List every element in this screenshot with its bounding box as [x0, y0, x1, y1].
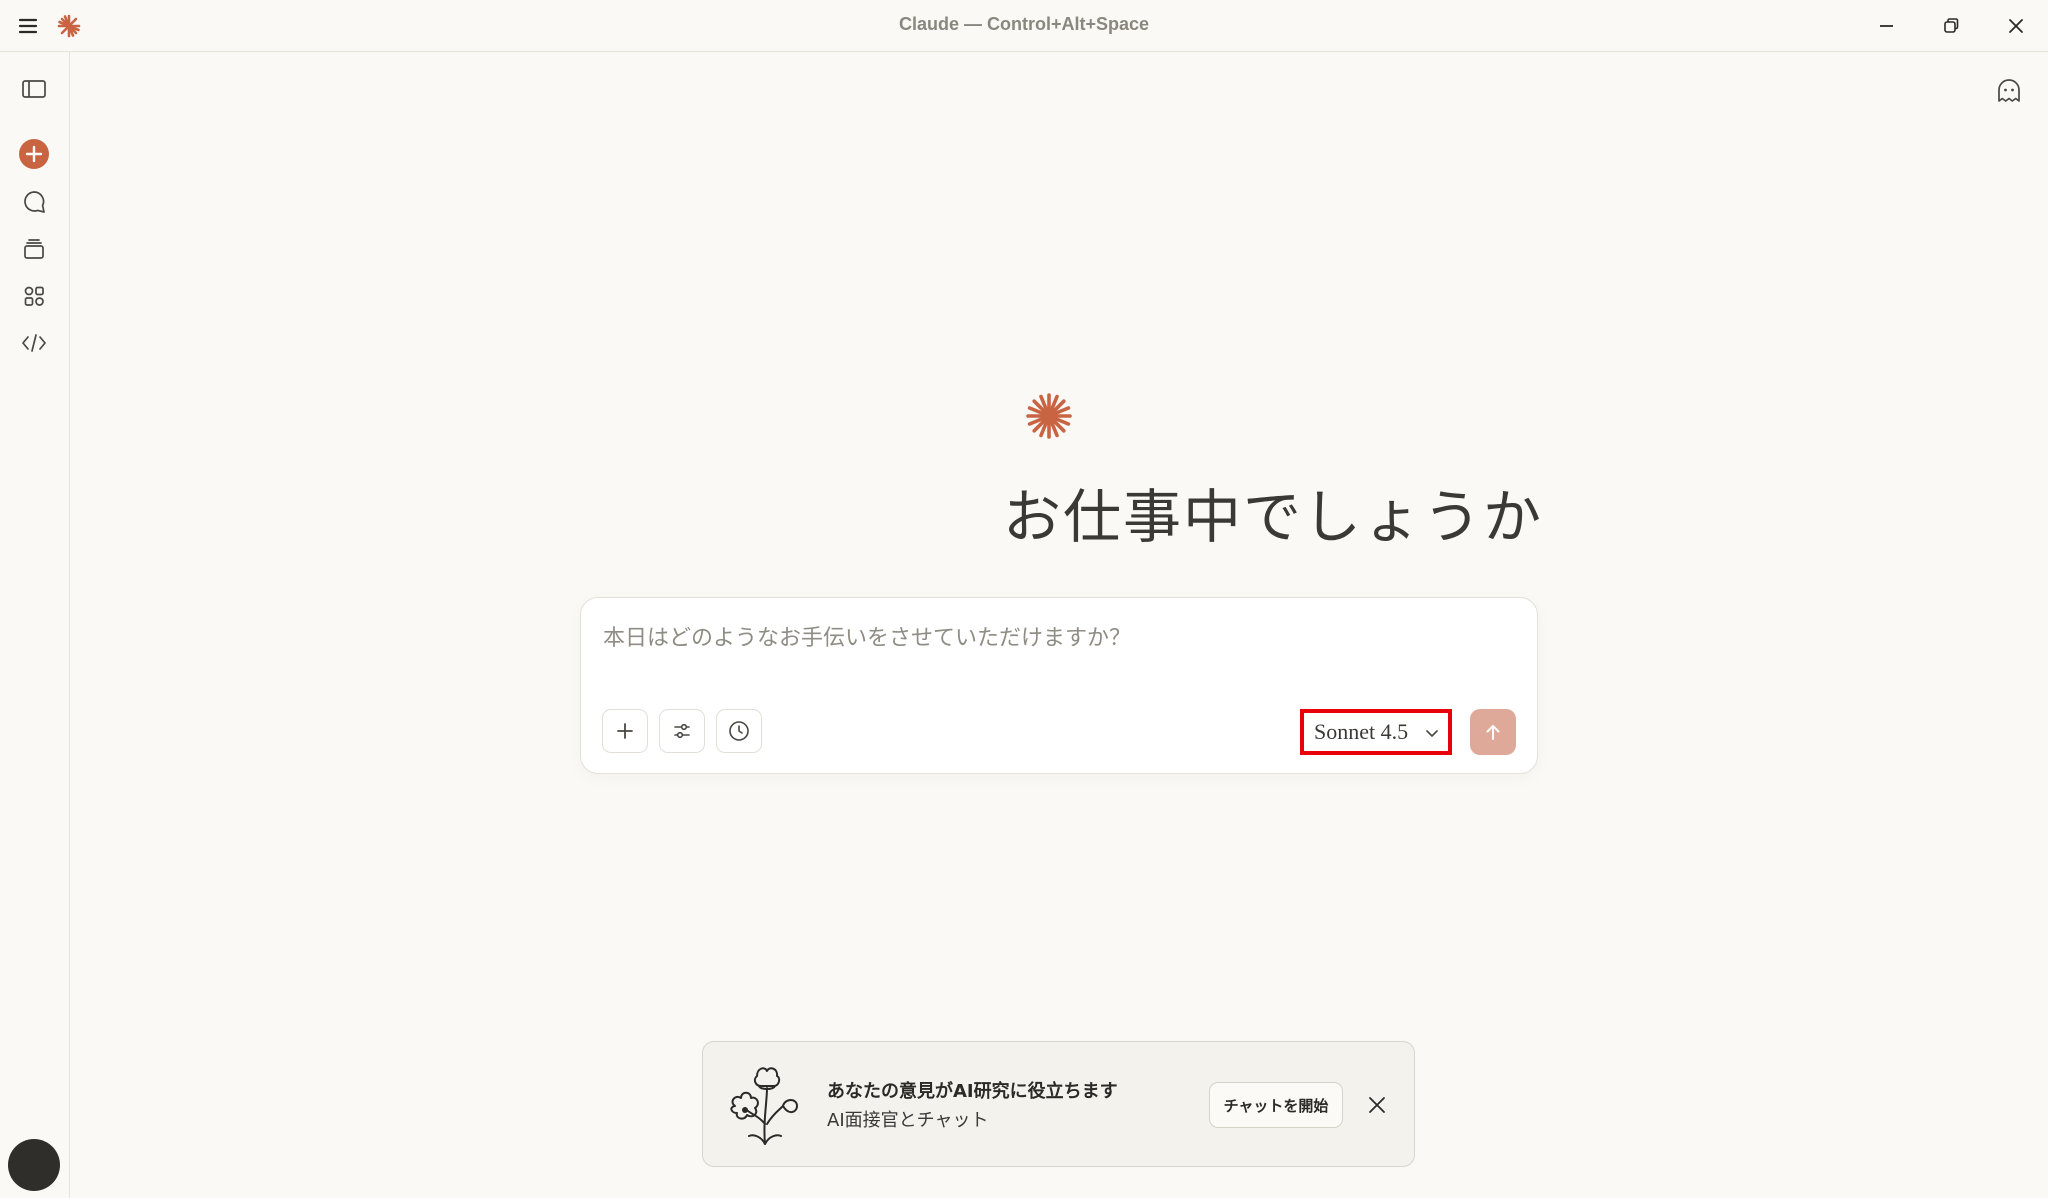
tools-button[interactable] [659, 709, 705, 753]
banner-title: あなたの意見がAI研究に役立ちます [827, 1081, 1118, 1102]
ghost-icon[interactable] [1992, 74, 2026, 108]
claude-spark-icon [1025, 392, 1073, 440]
plus-circle-icon[interactable] [17, 137, 51, 171]
minimize-icon[interactable] [1872, 12, 1900, 40]
model-label: Sonnet 4.5 [1314, 719, 1409, 744]
close-icon[interactable] [1363, 1091, 1391, 1119]
arrow-up-icon [1486, 725, 1500, 740]
flower-illustration-icon [727, 1062, 803, 1148]
feedback-banner: あなたの意見がAI研究に役立ちます AI面接官とチャット チャットを開始 [702, 1041, 1415, 1167]
message-input[interactable] [603, 620, 1503, 656]
shapes-icon[interactable] [17, 279, 51, 313]
history-button[interactable] [716, 709, 762, 753]
title-bar: Claude — Control+Alt+Space [0, 0, 2048, 52]
avatar[interactable] [8, 1139, 60, 1191]
stack-icon[interactable] [17, 232, 51, 266]
greeting-heading: お仕事中でしょうか [1003, 483, 1544, 551]
code-brackets-icon[interactable] [17, 326, 51, 360]
sidebar-panel-icon[interactable] [17, 72, 51, 106]
start-chat-button[interactable]: チャットを開始 [1209, 1082, 1343, 1128]
send-button[interactable] [1470, 709, 1516, 755]
model-selector[interactable]: Sonnet 4.5 [1300, 709, 1452, 755]
add-attachment-button[interactable] [602, 709, 648, 753]
restore-icon[interactable] [1937, 12, 1965, 40]
sidebar [0, 52, 70, 1198]
clock-icon [729, 721, 749, 741]
chat-bubble-icon[interactable] [17, 185, 51, 219]
close-icon[interactable] [2002, 12, 2030, 40]
chevron-down-icon [1426, 730, 1438, 737]
plus-icon [617, 723, 633, 739]
sliders-icon [674, 723, 690, 739]
composer: Sonnet 4.5 [580, 597, 1538, 774]
window-title: Claude — Control+Alt+Space [898, 14, 1150, 34]
banner-subtitle: AI面接官とチャット [827, 1110, 989, 1131]
